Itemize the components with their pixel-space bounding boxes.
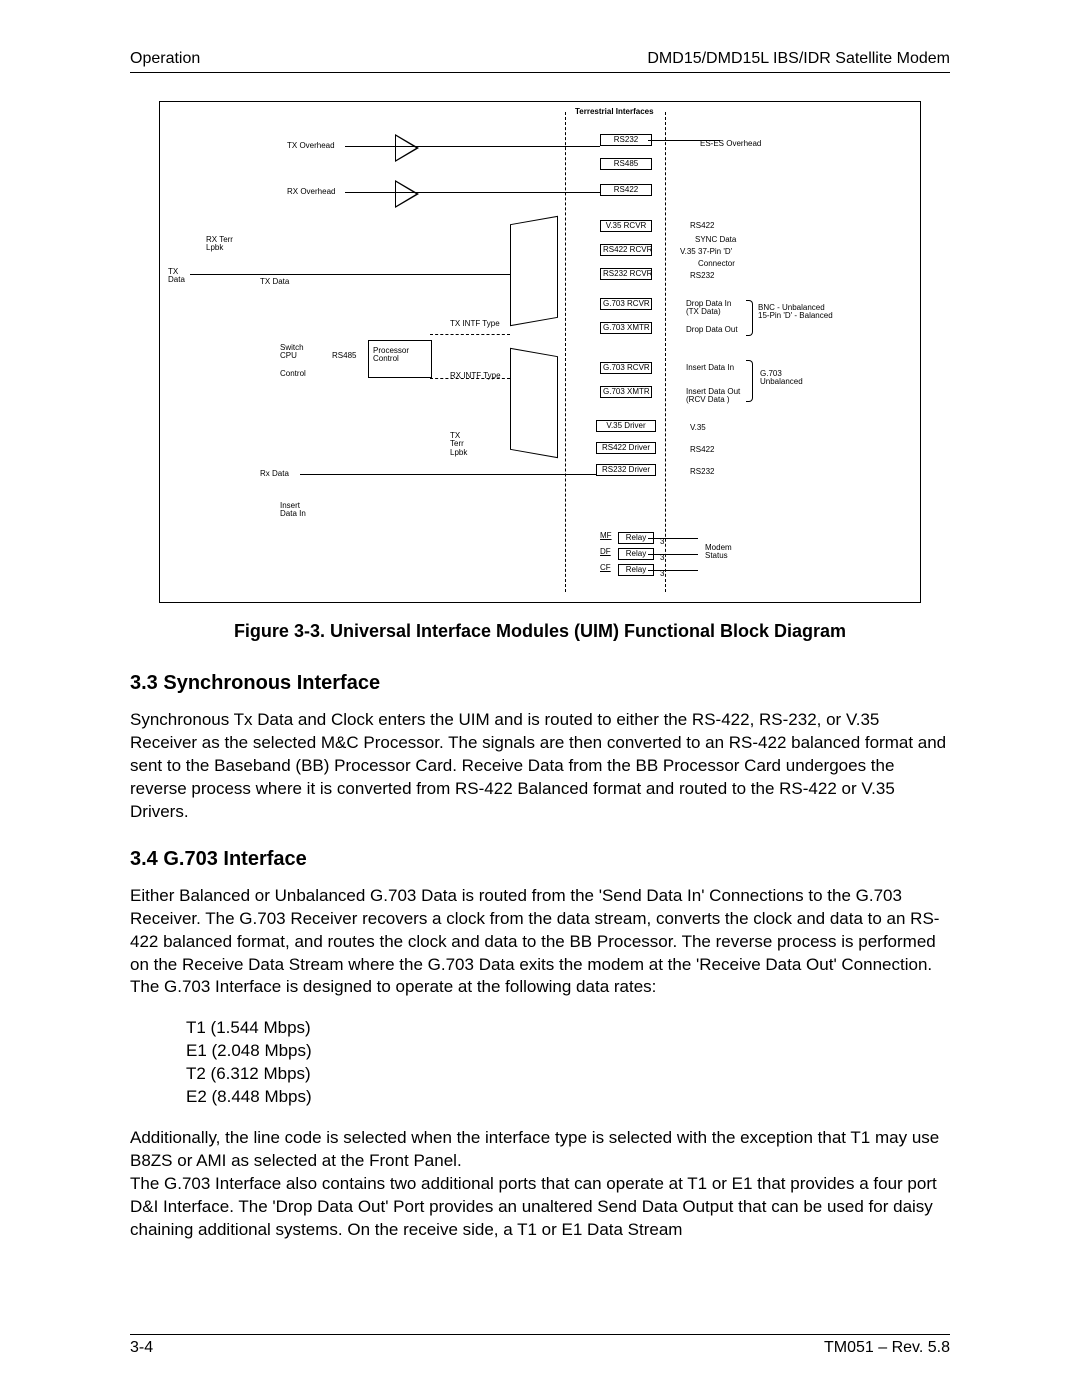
es-es-overhead-label: ES-ES Overhead (700, 140, 761, 148)
rate-t1: T1 (1.544 Mbps) (186, 1017, 950, 1040)
v35-driver-box: V.35 Driver (596, 420, 656, 432)
rate-t2: T2 (6.312 Mbps) (186, 1063, 950, 1086)
section-3-4-body-2: Additionally, the line code is selected … (130, 1127, 950, 1242)
tx-intf-type-label: TX INTF Type (450, 320, 500, 328)
rate-e1: E1 (2.048 Mbps) (186, 1040, 950, 1063)
brace-insert (746, 360, 753, 402)
line-proc-rx (430, 378, 510, 379)
tx-overhead-label: TX Overhead (287, 142, 335, 150)
rate-e2: E2 (8.448 Mbps) (186, 1086, 950, 1109)
dashed-guide-1 (565, 112, 566, 592)
g703-unbalanced-label: G.703 Unbalanced (760, 370, 803, 387)
header-right: DMD15/DMD15L IBS/IDR Satellite Modem (647, 50, 950, 68)
v35-driver-right-label: V.35 (690, 424, 706, 432)
modem-status-label: Modem Status (705, 544, 732, 561)
line-es-es (648, 140, 720, 141)
rs232-rcvr-box: RS232 RCVR (600, 268, 652, 280)
drop-data-out-label: Drop Data Out (686, 326, 738, 334)
rs232-driver-right-label: RS232 (690, 468, 714, 476)
connector-label: Connector (698, 260, 735, 268)
processor-block: Processor Control (368, 340, 432, 378)
section-3-4-heading: 3.4 G.703 Interface (130, 848, 950, 871)
g703-xmtr-box-2: G.703 XMTR (600, 386, 652, 398)
figure-caption: Figure 3-3. Universal Interface Modules … (130, 621, 950, 642)
rs485-box: RS485 (600, 158, 652, 170)
pin37-label: 37-Pin 'D' (698, 248, 732, 256)
line-txdata (190, 274, 510, 275)
rs422-right-label: RS422 (690, 222, 714, 230)
line-relay-1 (648, 538, 698, 539)
cf-label: CF (600, 564, 611, 572)
df-label: DF (600, 548, 611, 556)
rx-data-label: Rx Data (260, 470, 289, 478)
brace-drop (746, 300, 753, 336)
rx-demux-block (510, 348, 558, 458)
relay-count-3: 3 (660, 570, 664, 578)
line-relay-3 (648, 570, 698, 571)
rx-terr-lpbk-label: RX Terr Lpbk (206, 236, 233, 253)
rs422-driver-box: RS422 Driver (596, 442, 656, 454)
header-left: Operation (130, 50, 200, 68)
g703-rcvr-box-2: G.703 RCVR (600, 362, 652, 374)
tx-terr-lpbk-label: TX Terr Lpbk (450, 432, 467, 457)
g703-xmtr-box-1: G.703 XMTR (600, 322, 652, 334)
line-relay-2 (648, 554, 698, 555)
mf-label: MF (600, 532, 612, 540)
rs485-control-label: RS485 (332, 352, 356, 360)
line-rxdata (300, 474, 596, 475)
rs422-rcvr-box: RS422 RCVR (600, 244, 652, 256)
insert-data-out-label: Insert Data Out (RCV Data ) (686, 388, 740, 405)
v35-rcvr-box: V.35 RCVR (600, 220, 652, 232)
dashed-guide-2 (665, 112, 666, 592)
tx-mux-block (510, 216, 558, 326)
footer-page-number: 3-4 (130, 1339, 153, 1357)
mux-tx-overhead (395, 134, 419, 162)
page-footer: 3-4 TM051 – Rev. 5.8 (130, 1334, 950, 1357)
section-3-3-heading: 3.3 Synchronous Interface (130, 672, 950, 695)
rs232-driver-box: RS232 Driver (596, 464, 656, 476)
sync-data-label: SYNC Data (695, 236, 736, 244)
rs232-box: RS232 (600, 134, 652, 146)
rs422-box: RS422 (600, 184, 652, 196)
section-3-3-body: Synchronous Tx Data and Clock enters the… (130, 709, 950, 824)
rs422-driver-right-label: RS422 (690, 446, 714, 454)
line-tx-oh (345, 146, 600, 147)
rs232-right-label: RS232 (690, 272, 714, 280)
rx-overhead-label: RX Overhead (287, 188, 335, 196)
switch-cpu-label: Switch CPU (280, 344, 304, 361)
relay-count-2: 3 (660, 554, 664, 562)
tx-data-label: TX Data (260, 278, 289, 286)
data-rates-list: T1 (1.544 Mbps) E1 (2.048 Mbps) T2 (6.31… (186, 1017, 950, 1109)
terrestrial-interfaces-label: Terrestrial Interfaces (575, 108, 654, 116)
insert-data-in-label: Insert Data In (280, 502, 306, 519)
relay-count-1: 3 (660, 538, 664, 546)
insert-data-in-right-label: Insert Data In (686, 364, 734, 372)
bnc-label: BNC - Unbalanced 15-Pin 'D' - Balanced (758, 304, 833, 321)
footer-doc-rev: TM051 – Rev. 5.8 (824, 1339, 950, 1357)
figure-3-3-diagram: Terrestrial Interfaces TX Overhead RX Ov… (159, 101, 921, 603)
section-3-4-body-1: Either Balanced or Unbalanced G.703 Data… (130, 885, 950, 1000)
line-rx-oh (345, 192, 600, 193)
processor-control-label: Processor Control (373, 347, 409, 364)
mux-rx-overhead (395, 180, 419, 208)
document-page: Operation DMD15/DMD15L IBS/IDR Satellite… (0, 0, 1080, 1397)
rx-intf-type-label: RX INTF Type (450, 372, 501, 380)
line-proc-tx (430, 334, 510, 335)
v35-right-label: V.35 (680, 248, 696, 256)
page-header: Operation DMD15/DMD15L IBS/IDR Satellite… (130, 50, 950, 73)
drop-data-in-label: Drop Data In (TX Data) (686, 300, 731, 317)
control-label: Control (280, 370, 306, 378)
tx-data-out-label: TX Data (168, 268, 185, 285)
g703-rcvr-box-1: G.703 RCVR (600, 298, 652, 310)
